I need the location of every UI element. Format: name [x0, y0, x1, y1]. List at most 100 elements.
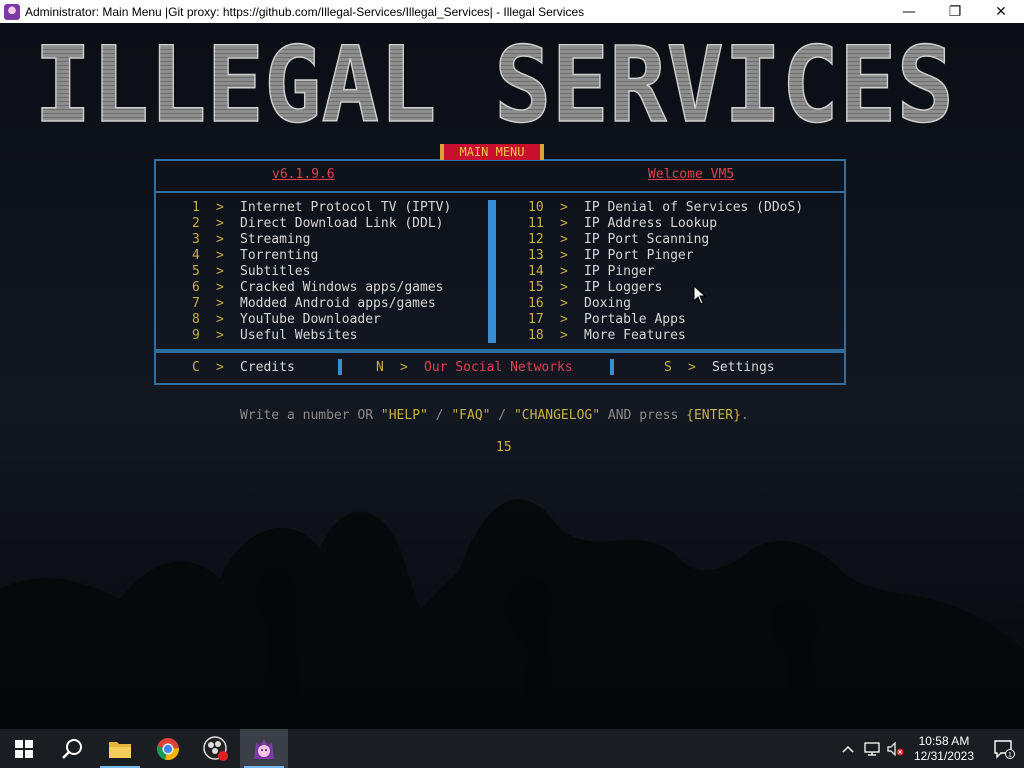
menu-label: YouTube Downloader	[240, 312, 381, 327]
menu-label: IP Port Scanning	[584, 232, 710, 247]
arrow-icon: >	[216, 360, 224, 375]
search-button[interactable]	[48, 729, 96, 768]
arrow-icon: >	[560, 280, 568, 295]
illegal-services-button[interactable]	[240, 729, 288, 768]
window-titlebar: Administrator: Main Menu |Git proxy: htt…	[0, 0, 1024, 23]
arrow-icon: >	[216, 312, 224, 327]
menu-number: 16	[528, 296, 544, 311]
arrow-icon: >	[560, 200, 568, 215]
maximize-button[interactable]: ❐	[932, 0, 978, 23]
menu-label: More Features	[584, 328, 686, 343]
chrome-icon	[157, 737, 179, 760]
social-key: N	[376, 360, 384, 375]
close-button[interactable]: ✕	[978, 0, 1024, 23]
menu-label: Subtitles	[240, 264, 311, 279]
menu-label: Cracked Windows apps/games	[240, 280, 444, 295]
menu-number: 1	[192, 200, 200, 215]
menu-label: Modded Android apps/games	[240, 296, 436, 311]
prompt-end: .	[740, 408, 749, 423]
clock[interactable]: 10:58 AM 12/31/2023	[914, 734, 974, 764]
start-button[interactable]	[0, 729, 48, 768]
menu-number: 13	[528, 248, 544, 263]
welcome-label: Welcome VM5	[648, 167, 735, 182]
menu-column-divider	[488, 200, 496, 343]
notification-icon: 1	[994, 739, 1015, 759]
menu-label: Direct Download Link (DDL)	[240, 216, 444, 231]
show-hidden-icons-button[interactable]	[836, 729, 860, 768]
clock-date: 12/31/2023	[913, 748, 974, 763]
menu-label: Doxing	[584, 296, 631, 311]
prompt-help: "HELP"	[380, 408, 428, 423]
prompt-text: Write a number OR	[240, 408, 381, 423]
system-tray: 10:58 AM 12/31/2023 1	[836, 729, 1024, 768]
menu-label: Portable Apps	[584, 312, 686, 327]
console-window[interactable]: ILLEGAL SERVICES v6.1.9.6 MAIN MENU Welc…	[0, 23, 1024, 729]
prompt-text: AND press	[600, 408, 687, 423]
prompt-changelog: "CHANGELOG"	[513, 408, 601, 423]
settings-label: Settings	[712, 360, 775, 375]
menu-number: 8	[192, 312, 200, 327]
menu-label: IP Denial of Services (DDoS)	[584, 200, 804, 215]
command-input[interactable]: 15	[496, 440, 512, 456]
menu-label: Useful Websites	[240, 328, 358, 343]
minimize-button[interactable]: —	[886, 0, 932, 23]
arrow-icon: >	[216, 296, 224, 311]
menu-label: IP Port Pinger	[584, 248, 694, 263]
menu-number: 12	[528, 232, 544, 247]
arrow-icon: >	[216, 200, 224, 215]
settings-key: S	[664, 360, 672, 375]
network-icon	[864, 741, 880, 756]
arrow-icon: >	[560, 328, 568, 343]
arrow-icon: >	[560, 296, 568, 311]
file-explorer-button[interactable]	[96, 729, 144, 768]
arrow-icon: >	[560, 216, 568, 231]
header-box	[154, 159, 846, 193]
version-label: v6.1.9.6	[272, 167, 335, 182]
menu-number: 5	[192, 264, 200, 279]
menu-label: IP Address Lookup	[584, 216, 718, 231]
window-title: Administrator: Main Menu |Git proxy: htt…	[25, 4, 585, 19]
footer-divider-right	[610, 359, 614, 375]
arrow-icon: >	[216, 232, 224, 247]
credits-label: Credits	[240, 360, 295, 375]
menu-label: IP Loggers	[584, 280, 663, 295]
volume-muted-icon	[887, 741, 904, 756]
menu-number: 4	[192, 248, 200, 263]
clock-time: 10:58 AM	[918, 733, 970, 748]
menu-number: 7	[192, 296, 200, 311]
arrow-icon: >	[216, 328, 224, 343]
menu-label: Internet Protocol TV (IPTV)	[240, 200, 452, 215]
menu-label: Torrenting	[240, 248, 319, 263]
chrome-button[interactable]	[144, 729, 192, 768]
action-center-button[interactable]: 1	[984, 729, 1024, 768]
arrow-icon: >	[560, 264, 568, 279]
menu-number: 17	[528, 312, 544, 327]
volume-button[interactable]	[884, 729, 908, 768]
folder-icon	[109, 741, 131, 758]
menu-number: 9	[192, 328, 200, 343]
taskbar: 10:58 AM 12/31/2023 1	[0, 729, 1024, 768]
obs-icon	[203, 735, 228, 761]
prompt-separator: /	[490, 408, 514, 423]
menu-number: 18	[528, 328, 544, 343]
input-prompt: Write a number OR "HELP" / "FAQ" / "CHAN…	[240, 408, 749, 424]
chevron-up-icon	[842, 745, 854, 753]
arrow-icon: >	[400, 360, 408, 375]
menu-number: 10	[528, 200, 544, 215]
banner-logo: ILLEGAL SERVICES	[33, 33, 955, 133]
menu-number: 11	[528, 216, 544, 231]
menu-number: 15	[528, 280, 544, 295]
notification-count: 1	[1008, 752, 1012, 759]
arrow-icon: >	[216, 216, 224, 231]
menu-number: 3	[192, 232, 200, 247]
arrow-icon: >	[216, 248, 224, 263]
main-menu-badge: MAIN MENU	[440, 144, 544, 160]
arrow-icon: >	[216, 264, 224, 279]
obs-studio-button[interactable]	[192, 729, 240, 768]
menu-number: 2	[192, 216, 200, 231]
window-controls: — ❐ ✕	[886, 0, 1024, 23]
background-trees-image	[0, 409, 1024, 729]
windows-logo-icon	[15, 739, 33, 758]
prompt-separator: /	[427, 408, 452, 423]
network-button[interactable]	[860, 729, 884, 768]
